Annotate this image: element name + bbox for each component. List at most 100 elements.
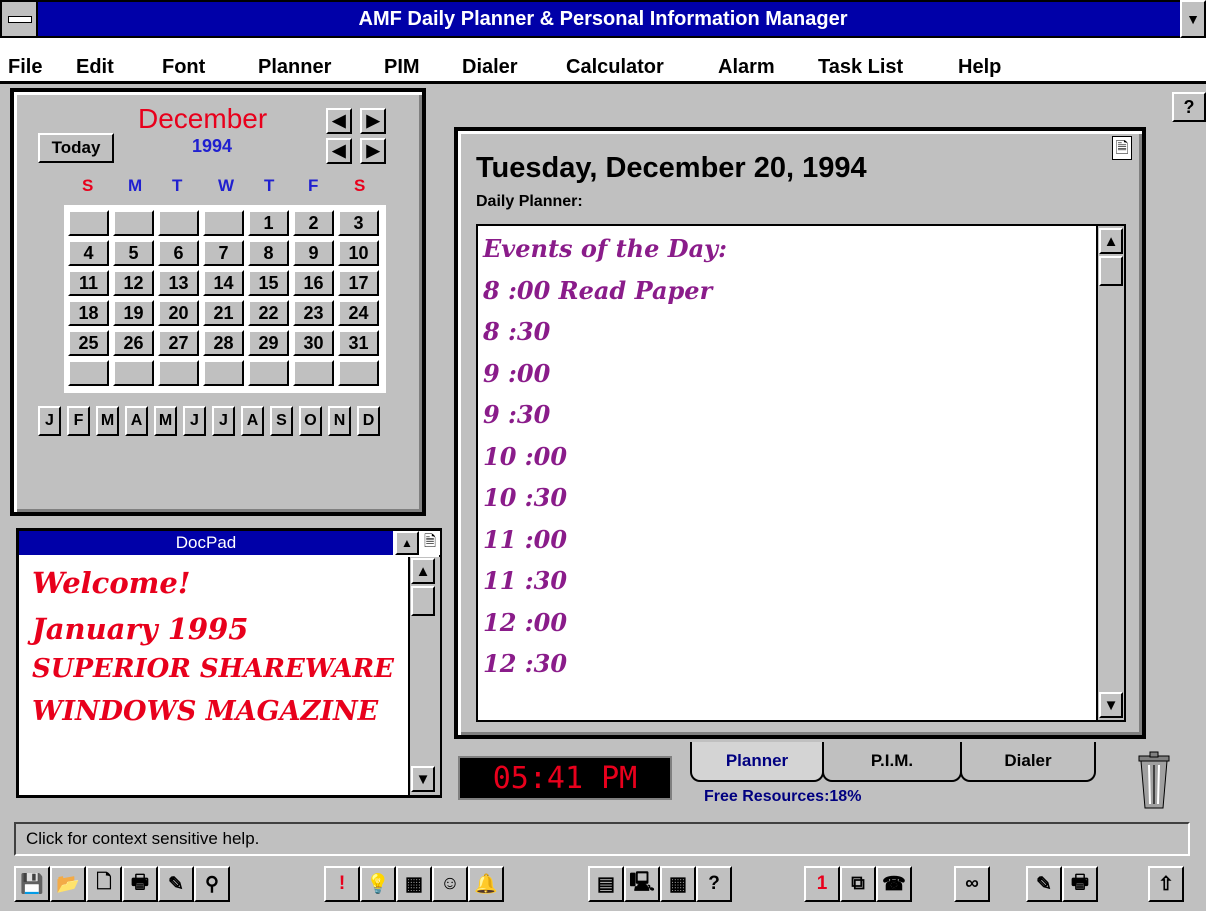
calendar-day-cell[interactable]: 19 bbox=[113, 300, 154, 326]
menu-font[interactable]: Font bbox=[162, 56, 205, 79]
calendar-day-cell[interactable] bbox=[68, 210, 109, 236]
alert-button[interactable]: ! bbox=[324, 866, 360, 902]
calendar-day-cell[interactable] bbox=[338, 360, 379, 386]
calendar-day-cell[interactable]: 15 bbox=[248, 270, 289, 296]
month-button[interactable]: M bbox=[96, 406, 119, 436]
calendar-day-cell[interactable] bbox=[203, 210, 244, 236]
glasses-button[interactable]: ∞ bbox=[954, 866, 990, 902]
search-button[interactable]: ⚲ bbox=[194, 866, 230, 902]
month-button[interactable]: F bbox=[67, 406, 90, 436]
calendar-day-cell[interactable]: 31 bbox=[338, 330, 379, 356]
menu-pim[interactable]: PIM bbox=[384, 56, 420, 79]
month-button[interactable]: J bbox=[38, 406, 61, 436]
save-button[interactable]: 💾 bbox=[14, 866, 50, 902]
calendar-day-cell[interactable] bbox=[158, 360, 199, 386]
menu-task-list[interactable]: Task List bbox=[818, 56, 903, 79]
calendar-day-cell[interactable]: 29 bbox=[248, 330, 289, 356]
edit2-button[interactable]: ✎ bbox=[1026, 866, 1062, 902]
calendar-day-cell[interactable]: 23 bbox=[293, 300, 334, 326]
alarm-bell-button[interactable]: 🔔 bbox=[468, 866, 504, 902]
calendar-day-cell[interactable] bbox=[113, 210, 154, 236]
calendar-day-cell[interactable]: 12 bbox=[113, 270, 154, 296]
calendar-day-cell[interactable] bbox=[158, 210, 199, 236]
edit-button[interactable]: ✎ bbox=[158, 866, 194, 902]
computer-button[interactable]: 🖳 bbox=[624, 866, 660, 902]
calendar-day-cell[interactable]: 20 bbox=[158, 300, 199, 326]
month-button[interactable]: A bbox=[125, 406, 148, 436]
calendar-day-cell[interactable]: 1 bbox=[248, 210, 289, 236]
calendar-day-cell[interactable]: 13 bbox=[158, 270, 199, 296]
calendar-day-cell[interactable]: 9 bbox=[293, 240, 334, 266]
trash-can-icon[interactable] bbox=[1136, 750, 1172, 810]
planner-scroll-thumb[interactable] bbox=[1099, 256, 1123, 286]
context-help-button[interactable]: ? bbox=[1172, 92, 1206, 122]
calendar-day-cell[interactable]: 22 bbox=[248, 300, 289, 326]
tab-planner[interactable]: Planner bbox=[690, 742, 824, 782]
docpad-scroll-down[interactable]: ▼ bbox=[411, 766, 435, 792]
calendar-day-cell[interactable]: 5 bbox=[113, 240, 154, 266]
docpad-maximize-button[interactable]: ▲ bbox=[395, 531, 419, 555]
today-button[interactable]: Today bbox=[38, 133, 114, 163]
next-month-button[interactable]: ▶ bbox=[360, 108, 386, 134]
print-button[interactable]: 🖶 bbox=[122, 866, 158, 902]
menu-edit[interactable]: Edit bbox=[76, 56, 114, 79]
calendar-day-cell[interactable] bbox=[248, 360, 289, 386]
new-document-button[interactable]: 🗋 bbox=[86, 866, 122, 902]
tab-dialer[interactable]: Dialer bbox=[960, 742, 1096, 782]
calendar-day-cell[interactable]: 26 bbox=[113, 330, 154, 356]
calendar-day-cell[interactable] bbox=[293, 360, 334, 386]
exit-door-button[interactable]: ⇧ bbox=[1148, 866, 1184, 902]
calendar-day-cell[interactable]: 7 bbox=[203, 240, 244, 266]
calendar-day-cell[interactable] bbox=[68, 360, 109, 386]
question-button[interactable]: ? bbox=[696, 866, 732, 902]
planner-scroll-up[interactable]: ▲ bbox=[1099, 228, 1123, 254]
docpad-document-icon[interactable]: 🗎 bbox=[420, 531, 440, 555]
planner-scroll-down[interactable]: ▼ bbox=[1099, 692, 1123, 718]
month-button[interactable]: S bbox=[270, 406, 293, 436]
calendar-day-cell[interactable]: 10 bbox=[338, 240, 379, 266]
month-button[interactable]: M bbox=[154, 406, 177, 436]
open-folder-button[interactable]: 📂 bbox=[50, 866, 86, 902]
next-year-button[interactable]: ▶ bbox=[360, 138, 386, 164]
windows-button[interactable]: ⧉ bbox=[840, 866, 876, 902]
calendar-day-cell[interactable]: 14 bbox=[203, 270, 244, 296]
calendar-day-cell[interactable]: 2 bbox=[293, 210, 334, 236]
calendar-day-cell[interactable]: 27 bbox=[158, 330, 199, 356]
menu-planner[interactable]: Planner bbox=[258, 56, 331, 79]
people-button[interactable]: ☺ bbox=[432, 866, 468, 902]
month-button[interactable]: J bbox=[212, 406, 235, 436]
system-menu-button[interactable] bbox=[0, 0, 38, 38]
prev-month-button[interactable]: ◀ bbox=[326, 108, 352, 134]
calendar-day-cell[interactable]: 16 bbox=[293, 270, 334, 296]
calendar-day-cell[interactable]: 3 bbox=[338, 210, 379, 236]
calendar-day-cell[interactable]: 28 bbox=[203, 330, 244, 356]
notepad-button[interactable]: ▤ bbox=[588, 866, 624, 902]
calendar-day-cell[interactable] bbox=[113, 360, 154, 386]
docpad-scroll-up[interactable]: ▲ bbox=[411, 558, 435, 584]
month-button[interactable]: O bbox=[299, 406, 322, 436]
planner-document-icon[interactable]: 🗎 bbox=[1112, 136, 1132, 160]
month-button[interactable]: N bbox=[328, 406, 351, 436]
menu-help[interactable]: Help bbox=[958, 56, 1001, 79]
calendar-day-cell[interactable]: 25 bbox=[68, 330, 109, 356]
minimize-button[interactable]: ▼ bbox=[1180, 0, 1206, 38]
docpad-scroll-thumb[interactable] bbox=[411, 586, 435, 616]
planner-scrollbar[interactable] bbox=[1096, 226, 1124, 720]
tab-pim[interactable]: P.I.M. bbox=[822, 742, 962, 782]
calendar-day-cell[interactable]: 30 bbox=[293, 330, 334, 356]
calendar-day-cell[interactable]: 4 bbox=[68, 240, 109, 266]
calendar-day-cell[interactable]: 8 bbox=[248, 240, 289, 266]
calendar-day-cell[interactable] bbox=[203, 360, 244, 386]
calendar-day-cell[interactable]: 6 bbox=[158, 240, 199, 266]
menu-dialer[interactable]: Dialer bbox=[462, 56, 518, 79]
print2-button[interactable]: 🖶 bbox=[1062, 866, 1098, 902]
calendar-day-cell[interactable]: 17 bbox=[338, 270, 379, 296]
lightbulb-button[interactable]: 💡 bbox=[360, 866, 396, 902]
phone-button[interactable]: ☎ bbox=[876, 866, 912, 902]
menu-alarm[interactable]: Alarm bbox=[718, 56, 775, 79]
month-button[interactable]: D bbox=[357, 406, 380, 436]
prev-year-button[interactable]: ◀ bbox=[326, 138, 352, 164]
month-button[interactable]: J bbox=[183, 406, 206, 436]
daily-calendar-button[interactable]: 1 bbox=[804, 866, 840, 902]
calendar-button[interactable]: ▦ bbox=[396, 866, 432, 902]
